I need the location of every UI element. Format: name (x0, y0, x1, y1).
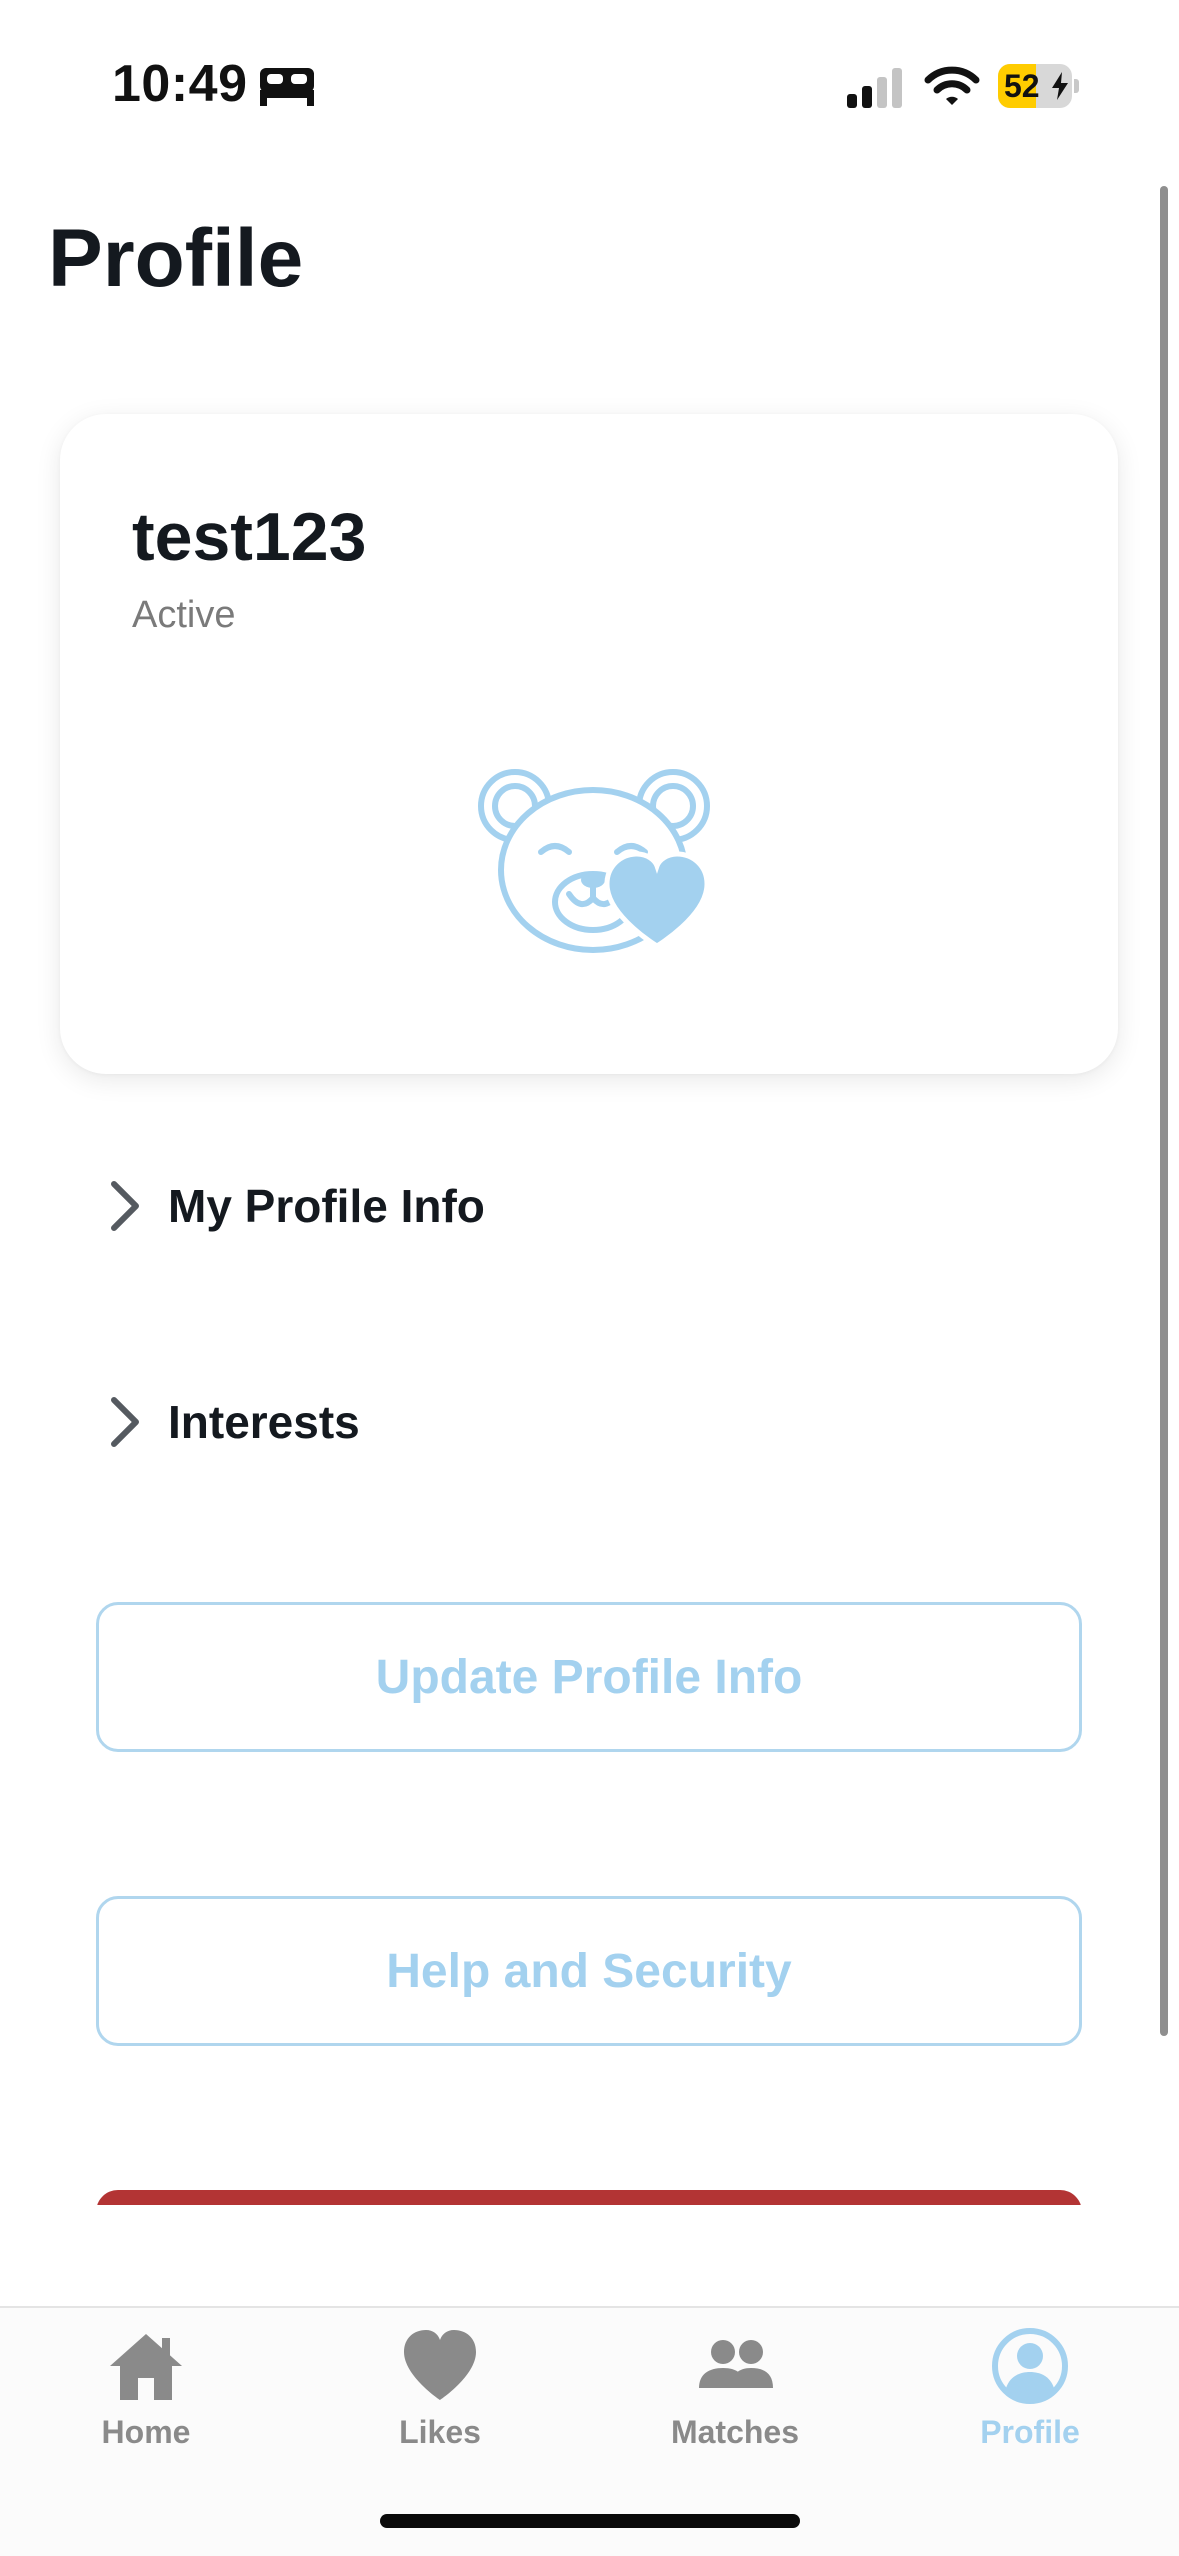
battery-charging-icon: 52 (998, 64, 1079, 108)
tab-profile[interactable]: Profile (920, 2326, 1140, 2476)
home-icon (110, 2334, 182, 2400)
scroll-clip (0, 2205, 1179, 2305)
status-time: 10:49 (112, 55, 248, 113)
heart-icon (404, 2330, 476, 2400)
username: test123 (132, 499, 367, 575)
tab-home[interactable]: Home (36, 2326, 256, 2476)
charging-bolt-icon (1052, 72, 1068, 100)
section-label: Interests (168, 1396, 360, 1448)
chevron-right-icon (111, 1397, 139, 1447)
tab-likes[interactable]: Likes (330, 2326, 550, 2476)
status-bar: 10:49 52 (0, 0, 1179, 180)
section-interests[interactable]: Interests (104, 1382, 360, 1462)
home-indicator (380, 2514, 800, 2528)
help-and-security-button[interactable]: Help and Security (96, 1896, 1082, 2046)
page-title: Profile (48, 213, 304, 304)
user-status: Active (132, 594, 236, 636)
update-profile-info-button[interactable]: Update Profile Info (96, 1602, 1082, 1752)
tab-label: Profile (980, 2414, 1080, 2450)
chevron-right-icon (111, 1181, 139, 1231)
battery-percent: 52 (1004, 68, 1040, 104)
bear-with-heart-icon (478, 769, 710, 953)
profile-card: test123 Active (60, 414, 1118, 1074)
tab-label: Home (101, 2414, 191, 2450)
person-circle-icon (992, 2328, 1068, 2404)
tab-label: Matches (670, 2414, 800, 2450)
tab-label: Likes (399, 2414, 481, 2450)
cellular-signal-icon (847, 68, 902, 108)
people-icon (699, 2340, 773, 2388)
section-my-profile-info[interactable]: My Profile Info (104, 1166, 485, 1246)
profile-screen: 10:49 52 Profile test123 Active My Profi… (0, 0, 1179, 2556)
tab-matches[interactable]: Matches (625, 2326, 845, 2476)
bed-icon (260, 68, 314, 106)
section-label: My Profile Info (168, 1180, 485, 1232)
scroll-indicator[interactable] (1160, 186, 1168, 2036)
wifi-icon (924, 66, 980, 105)
